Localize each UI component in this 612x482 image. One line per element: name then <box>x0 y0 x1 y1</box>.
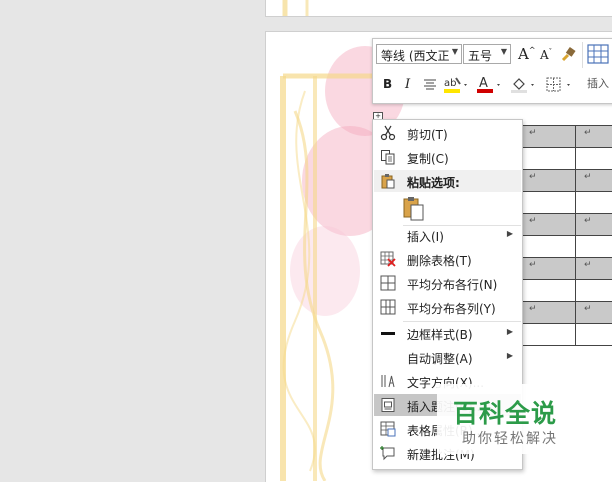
table-cell[interactable]: ↵ <box>520 301 576 324</box>
menu-item-delete-table[interactable]: 删除表格(T) <box>374 248 521 270</box>
table-cell[interactable]: ↵ <box>575 169 612 192</box>
table-cell[interactable] <box>575 191 612 214</box>
table-cell[interactable] <box>520 235 576 258</box>
table-cell[interactable] <box>575 323 612 346</box>
insert-table-icon[interactable] <box>587 44 609 66</box>
borders-icon[interactable] <box>545 75 575 95</box>
chevron-down-icon: ▼ <box>451 47 458 56</box>
menu-item-insert[interactable]: 插入(I) ▶ <box>374 224 521 246</box>
text-direction-icon <box>381 375 395 388</box>
menu-item-distribute-rows[interactable]: 平均分布各行(N) <box>374 272 521 294</box>
font-size-value: 五号 <box>468 49 493 63</box>
table-cell[interactable] <box>520 147 576 170</box>
center-align-icon[interactable] <box>423 79 437 91</box>
table-cell[interactable]: ↵ <box>520 169 576 192</box>
menu-item-label: 边框样式(B) <box>407 328 473 342</box>
chevron-down-icon: ▼ <box>500 47 507 56</box>
distribute-rows-icon <box>380 275 396 291</box>
table-cell[interactable]: ↵ <box>575 125 612 148</box>
menu-item-distribute-columns[interactable]: 平均分布各列(Y) <box>374 296 521 318</box>
highlight-color-icon[interactable]: ab <box>442 75 470 95</box>
menu-item-label: 插入(I) <box>407 230 444 244</box>
font-name-value: 等线 (西文正 <box>381 49 450 63</box>
table-cell[interactable]: ↵ <box>520 213 576 236</box>
shrink-font-icon[interactable]: Aˇ <box>540 48 552 62</box>
menu-item-label: 粘贴选项: <box>407 176 460 190</box>
insert-label-fragment[interactable]: 插入 <box>587 75 609 91</box>
mini-toolbar: 等线 (西文正 ▼ 五号 ▼ A^ Aˇ 插入 B I ab A <box>372 38 612 104</box>
chevron-right-icon: ▶ <box>506 351 513 360</box>
distribute-columns-icon <box>380 299 396 315</box>
menu-item-copy[interactable]: 复制(C) <box>374 146 521 168</box>
watermark-logo: 百科全说 助你轻松解决 <box>437 384 587 454</box>
table-cell[interactable]: ↵ <box>520 257 576 280</box>
border-style-icon <box>381 332 395 335</box>
menu-item-label: 平均分布各行(N) <box>407 278 498 292</box>
table-cell[interactable] <box>575 147 612 170</box>
menu-section-paste-options: 粘贴选项: <box>374 170 521 192</box>
scissors-icon <box>380 125 396 141</box>
table-cell[interactable]: ↵ <box>520 125 576 148</box>
paste-keep-formatting-button[interactable] <box>401 196 427 222</box>
table-cell[interactable] <box>520 191 576 214</box>
chevron-right-icon: ▶ <box>506 327 513 336</box>
table-cell[interactable] <box>520 279 576 302</box>
table-cell[interactable] <box>575 235 612 258</box>
format-painter-icon[interactable] <box>560 46 576 62</box>
menu-item-label: 剪切(T) <box>407 128 448 142</box>
new-comment-icon <box>380 446 395 461</box>
watermark-subtitle: 助你轻松解决 <box>462 431 558 447</box>
menu-item-label: 自动调整(A) <box>407 352 473 366</box>
table-cell[interactable] <box>575 279 612 302</box>
table-cell[interactable]: ↵ <box>575 213 612 236</box>
svg-text:ab: ab <box>444 78 456 89</box>
menu-item-label: 复制(C) <box>407 152 449 166</box>
table-properties-icon <box>380 421 396 437</box>
insert-caption-icon <box>381 398 395 412</box>
table-cell[interactable]: ↵ <box>575 301 612 324</box>
previous-page-art <box>282 0 309 16</box>
grow-font-icon[interactable]: A^ <box>518 45 536 63</box>
delete-table-icon <box>380 251 396 267</box>
copy-icon <box>381 150 395 165</box>
clipboard-icon <box>381 174 395 189</box>
font-size-combo[interactable]: 五号 ▼ <box>463 44 511 64</box>
menu-item-autofit[interactable]: 自动调整(A) ▶ <box>374 346 521 368</box>
menu-item-label: 删除表格(T) <box>407 254 472 268</box>
shading-icon[interactable] <box>510 75 538 95</box>
menu-item-border-styles[interactable]: 边框样式(B) ▶ <box>374 322 521 344</box>
font-name-combo[interactable]: 等线 (西文正 ▼ <box>376 44 462 64</box>
menu-item-cut[interactable]: 剪切(T) <box>374 122 521 144</box>
svg-text:A: A <box>479 76 488 91</box>
table-cell[interactable] <box>520 323 576 346</box>
table-cell[interactable]: ↵ <box>575 257 612 280</box>
watermark-title: 百科全说 <box>453 399 558 428</box>
font-color-icon[interactable]: A <box>476 75 504 95</box>
menu-item-label: 平均分布各列(Y) <box>407 302 496 316</box>
toolbar-divider <box>582 42 583 68</box>
paste-icon <box>403 197 424 221</box>
italic-icon[interactable]: I <box>405 77 410 92</box>
chevron-right-icon: ▶ <box>506 229 513 238</box>
bold-icon[interactable]: B <box>383 77 392 91</box>
